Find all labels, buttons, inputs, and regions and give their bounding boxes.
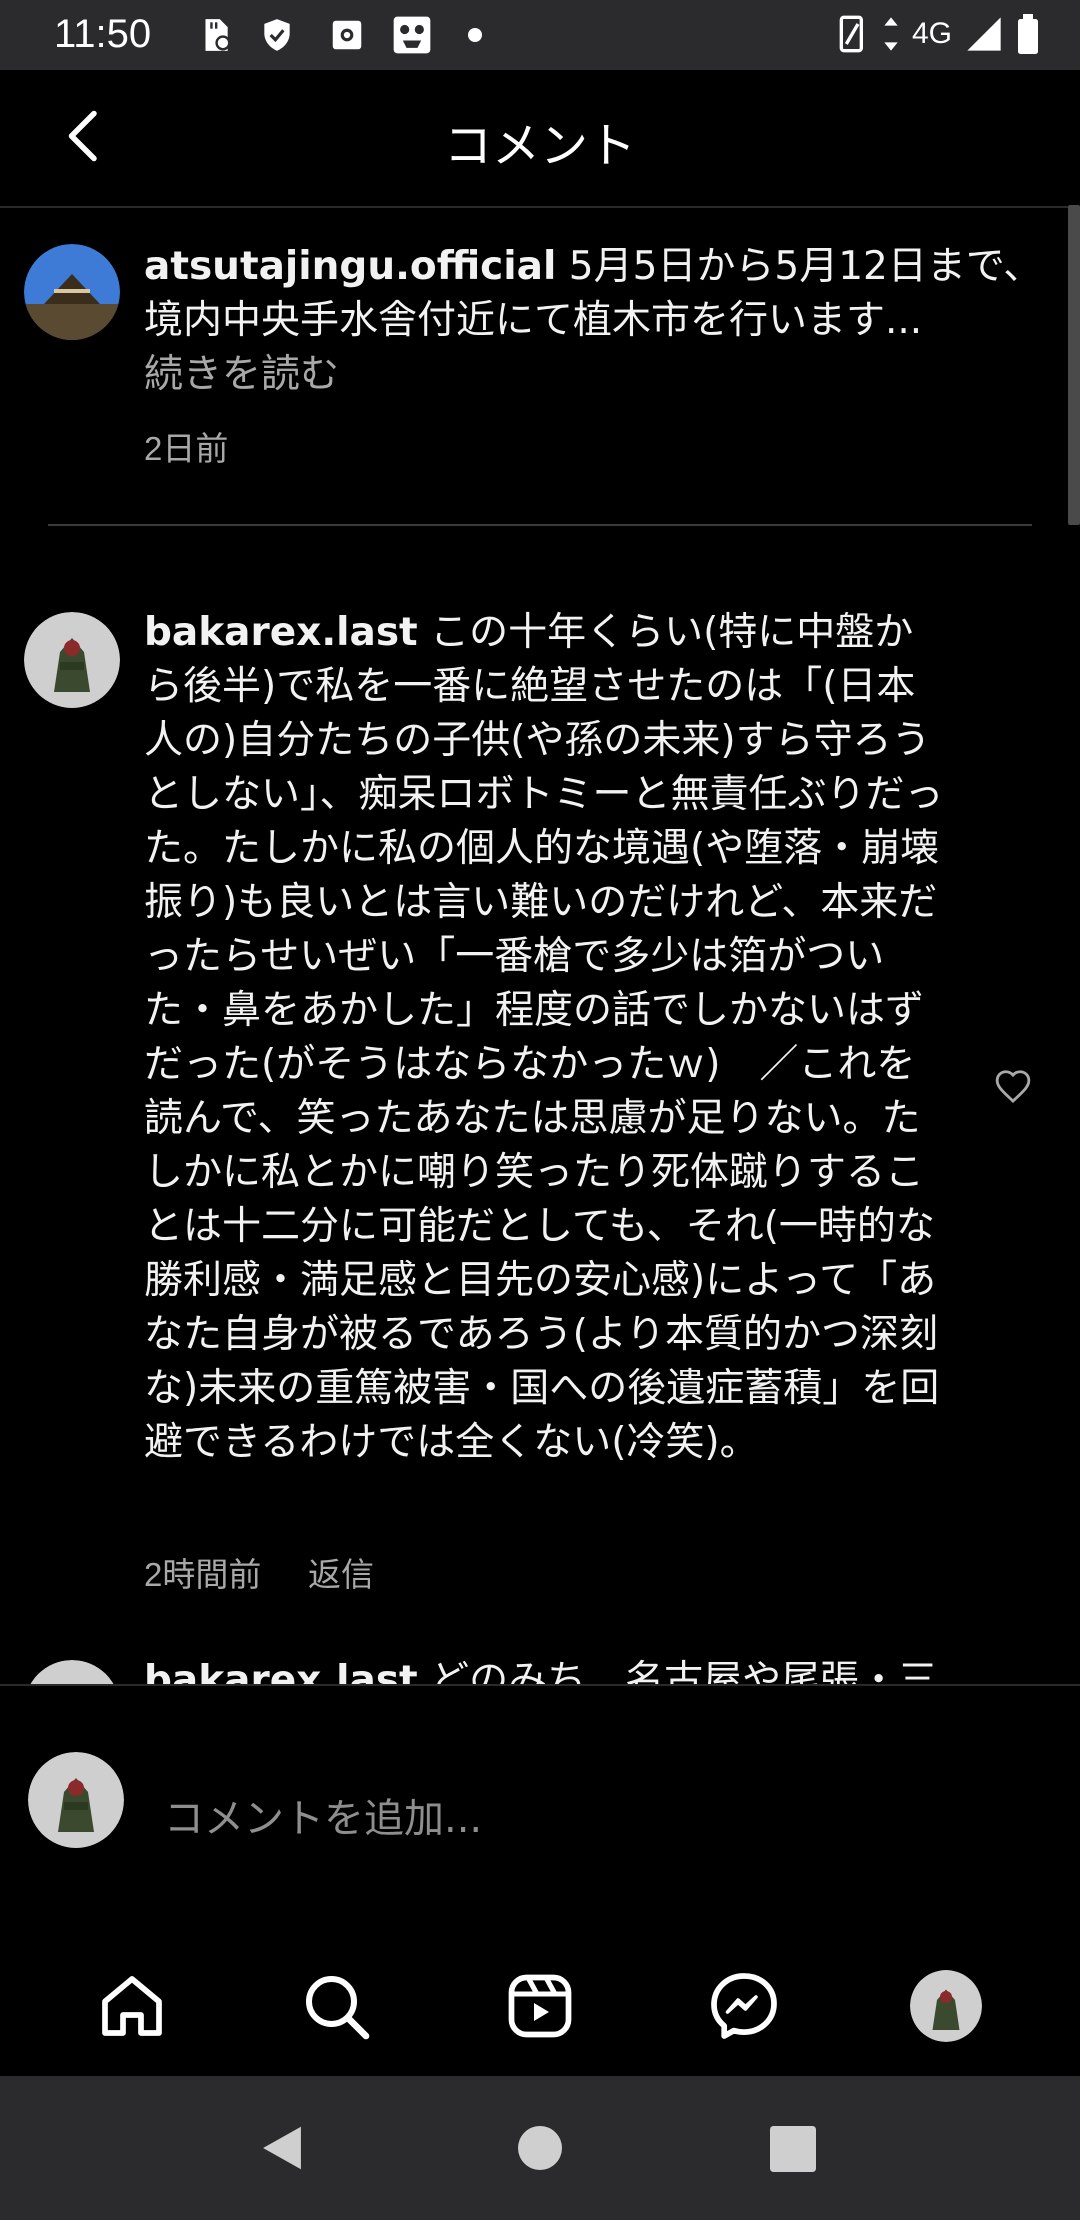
bottom-nav bbox=[0, 1928, 1080, 2076]
comment-text: bakarex.last この十年くらい(特に中盤から後半)で私を一番に絶望させ… bbox=[144, 606, 944, 1470]
settings-icon bbox=[332, 20, 362, 50]
vibrate-icon bbox=[839, 15, 863, 53]
profile-avatar[interactable] bbox=[910, 1970, 982, 2042]
caption-text: atsutajingu.official 5月5日から5月12日まで、境内中央手… bbox=[144, 240, 1054, 402]
comment-username[interactable]: bakarex.last bbox=[144, 610, 418, 655]
back-triangle-icon[interactable] bbox=[258, 2122, 306, 2174]
home-circle-icon[interactable] bbox=[518, 2126, 562, 2170]
comment-time: 2時間前 bbox=[144, 1556, 262, 1593]
recents-square-icon[interactable] bbox=[770, 2126, 816, 2172]
my-avatar-image bbox=[28, 1752, 124, 1848]
comment-body: どのみち、名古屋や尾張・三 bbox=[417, 1658, 938, 1684]
page-title: コメント bbox=[443, 120, 636, 173]
search-icon[interactable] bbox=[300, 1970, 372, 2042]
commenter-avatar-image bbox=[24, 612, 120, 708]
comment-text: bakarex.last どのみち、名古屋や尾張・三 bbox=[144, 1654, 944, 1684]
status-time: 11:50 bbox=[54, 12, 152, 56]
add-comment-bar: コメントを追加... bbox=[0, 1684, 1080, 1930]
reels-icon[interactable] bbox=[504, 1970, 576, 2042]
caption-avatar-image bbox=[24, 244, 120, 340]
caption-username[interactable]: atsutajingu.official bbox=[144, 244, 556, 289]
battery-icon bbox=[1018, 14, 1038, 54]
network-type: 4G bbox=[911, 17, 952, 50]
scrollbar[interactable] bbox=[1068, 205, 1080, 525]
shield-icon bbox=[264, 19, 290, 51]
reply-button[interactable]: 返信 bbox=[308, 1548, 374, 1596]
avatar[interactable] bbox=[24, 1660, 120, 1684]
comments-header: コメント bbox=[0, 70, 1080, 208]
avatar bbox=[28, 1752, 124, 1848]
home-icon[interactable] bbox=[96, 1970, 168, 2042]
avatar[interactable] bbox=[24, 612, 120, 708]
signal-icon bbox=[967, 17, 1001, 51]
data-arrows-icon bbox=[884, 17, 898, 51]
profile-avatar-image bbox=[910, 1970, 982, 2042]
comment-body: この十年くらい(特に中盤から後半)で私を一番に絶望させたのは「(日本人の)自分た… bbox=[144, 610, 944, 1465]
comment-username[interactable]: bakarex.last bbox=[144, 1658, 418, 1684]
divider bbox=[48, 524, 1032, 526]
like-heart-icon[interactable] bbox=[994, 1068, 1032, 1104]
commenter-avatar-image bbox=[30, 1660, 114, 1684]
dot-icon bbox=[468, 28, 482, 42]
game-icon bbox=[393, 16, 431, 54]
avatar[interactable] bbox=[24, 244, 120, 340]
system-nav-bar bbox=[0, 2076, 1080, 2220]
status-bar: 11:50 4G bbox=[0, 0, 1080, 70]
sd-card-icon bbox=[205, 19, 231, 51]
comment-list[interactable]: atsutajingu.official 5月5日から5月12日まで、境内中央手… bbox=[0, 206, 1080, 1684]
messenger-icon[interactable] bbox=[708, 1970, 780, 2042]
status-right: 4G bbox=[836, 14, 1040, 54]
caption-time: 2日前 bbox=[144, 430, 229, 467]
add-comment-input[interactable]: コメントを追加... bbox=[164, 1786, 482, 1844]
read-more-link[interactable]: 続きを読む bbox=[144, 352, 339, 397]
